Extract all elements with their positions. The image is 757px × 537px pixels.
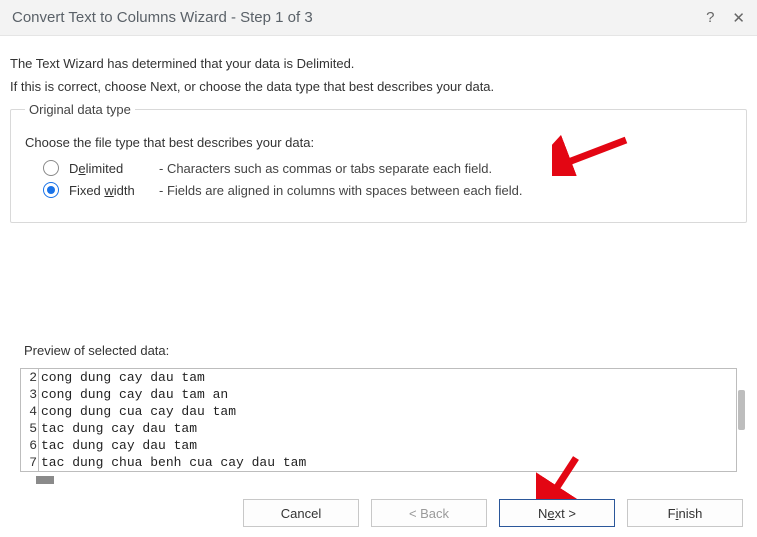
preview-box[interactable]: 2cong dung cay dau tam3cong dung cay dau… — [20, 368, 737, 472]
wizard-content: The Text Wizard has determined that your… — [0, 36, 757, 498]
titlebar: Convert Text to Columns Wizard - Step 1 … — [0, 0, 757, 36]
back-button[interactable]: < Back — [371, 499, 487, 527]
horizontal-scrollbar[interactable] — [20, 474, 737, 488]
next-button[interactable]: Next > — [499, 499, 615, 527]
row-number: 7 — [21, 454, 39, 471]
window-controls: ? ✕ — [706, 9, 745, 27]
help-icon[interactable]: ? — [706, 9, 714, 27]
cancel-button[interactable]: Cancel — [243, 499, 359, 527]
radio-fixed-width[interactable]: Fixed width - Fields are aligned in colu… — [43, 182, 732, 198]
preview-label: Preview of selected data: — [24, 343, 747, 358]
row-number: 3 — [21, 386, 39, 403]
vertical-scrollbar-thumb[interactable] — [738, 390, 745, 430]
radio-delimited-button[interactable] — [43, 160, 59, 176]
row-text: tac dung chua benh cua cay dau tam — [39, 454, 306, 471]
preview-container: 2cong dung cay dau tam3cong dung cay dau… — [20, 368, 737, 472]
row-text: tac dung cay dau tam — [39, 437, 197, 454]
radio-fixed-width-label[interactable]: Fixed width — [69, 183, 159, 198]
choose-text: Choose the file type that best describes… — [25, 135, 732, 150]
row-text: cong dung cua cay dau tam — [39, 403, 236, 420]
preview-row: 5tac dung cay dau tam — [21, 420, 736, 437]
preview-row: 6tac dung cay dau tam — [21, 437, 736, 454]
original-data-type-group: Original data type Choose the file type … — [10, 102, 747, 223]
wizard-footer: Cancel < Back Next > Finish — [243, 499, 743, 527]
radio-delimited[interactable]: Delimited - Characters such as commas or… — [43, 160, 732, 176]
preview-row: 4cong dung cua cay dau tam — [21, 403, 736, 420]
row-text: cong dung cay dau tam — [39, 369, 205, 386]
horizontal-scrollbar-thumb[interactable] — [36, 476, 54, 484]
radio-fixed-width-desc: - Fields are aligned in columns with spa… — [159, 183, 522, 198]
row-number: 6 — [21, 437, 39, 454]
radio-delimited-desc: - Characters such as commas or tabs sepa… — [159, 161, 492, 176]
preview-row: 3cong dung cay dau tam an — [21, 386, 736, 403]
row-number: 2 — [21, 369, 39, 386]
intro-text-2: If this is correct, choose Next, or choo… — [10, 79, 747, 94]
finish-button[interactable]: Finish — [627, 499, 743, 527]
radio-delimited-label[interactable]: Delimited — [69, 161, 159, 176]
intro-text-1: The Text Wizard has determined that your… — [10, 56, 747, 71]
row-number: 4 — [21, 403, 39, 420]
row-number: 5 — [21, 420, 39, 437]
row-text: tac dung cay dau tam — [39, 420, 197, 437]
preview-row: 2cong dung cay dau tam — [21, 369, 736, 386]
radio-fixed-width-button[interactable] — [43, 182, 59, 198]
preview-row: 7tac dung chua benh cua cay dau tam — [21, 454, 736, 471]
window-title: Convert Text to Columns Wizard - Step 1 … — [12, 9, 313, 26]
row-text: cong dung cay dau tam an — [39, 386, 228, 403]
group-legend: Original data type — [25, 102, 135, 117]
close-icon[interactable]: ✕ — [732, 9, 745, 27]
